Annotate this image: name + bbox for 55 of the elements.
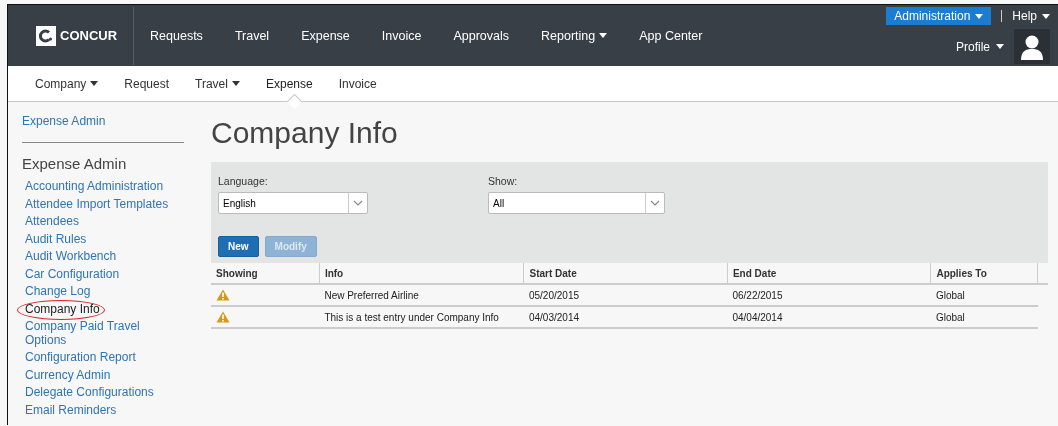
sub-nav-tab[interactable]: Expense xyxy=(265,66,326,101)
chevron-icon xyxy=(650,200,660,206)
sidebar-link[interactable]: Accounting Administration xyxy=(22,178,175,196)
column-header[interactable]: Start Date xyxy=(523,263,728,284)
nav-link[interactable]: App Center xyxy=(623,28,719,43)
new-button[interactable]: New xyxy=(218,236,259,257)
help-menu[interactable]: Help xyxy=(1012,9,1050,23)
nav-link[interactable]: Travel xyxy=(218,28,286,43)
page-title: Company Info xyxy=(211,116,399,150)
sub-nav-tab[interactable]: Request xyxy=(124,66,183,101)
nav-link[interactable]: Expense xyxy=(285,28,366,43)
nav-link[interactable]: Reporting xyxy=(525,28,624,43)
logo-text: CONCUR xyxy=(60,28,118,43)
sidebar-link[interactable]: Audit Rules xyxy=(22,230,175,248)
sidebar-link[interactable]: Company Info xyxy=(22,300,175,318)
chevron-icon xyxy=(353,200,363,206)
sidebar-link[interactable]: Attendees xyxy=(22,213,175,231)
sidebar-link[interactable]: Email Reminders xyxy=(22,401,175,419)
table-cell: Global xyxy=(930,306,1038,328)
nav-link[interactable]: Invoice xyxy=(365,28,438,43)
sidebar-link[interactable]: Currency Admin xyxy=(22,366,175,384)
caret-icon xyxy=(975,13,984,19)
column-header[interactable]: Info xyxy=(319,263,524,284)
dropdown-field[interactable]: English xyxy=(218,192,368,214)
administration-menu[interactable]: Administration xyxy=(886,7,992,25)
sub-nav-tab[interactable]: Invoice xyxy=(338,66,390,101)
sidebar-link[interactable]: Change Log xyxy=(22,283,175,301)
nav-link[interactable]: Requests xyxy=(134,28,219,43)
column-header[interactable]: End Date xyxy=(727,263,931,284)
sub-nav-tab[interactable]: Travel xyxy=(195,66,253,101)
sidebar-link[interactable]: Configuration Report xyxy=(22,349,175,367)
nav-link[interactable]: Approvals xyxy=(437,28,525,43)
field-label: Language: xyxy=(218,175,268,187)
table-cell: 05/20/2015 xyxy=(523,284,728,306)
profile-menu[interactable]: Profile xyxy=(956,39,1004,54)
table-cell: 06/22/2015 xyxy=(727,284,931,306)
breadcrumb-link[interactable]: Expense Admin xyxy=(22,114,106,128)
caret-icon xyxy=(1042,13,1050,19)
dropdown-field[interactable]: All xyxy=(488,192,665,214)
column-header[interactable]: Showing xyxy=(211,263,320,284)
table-cell: Global xyxy=(930,284,1038,306)
table-cell: 04/03/2014 xyxy=(523,306,728,328)
table-cell: 04/04/2014 xyxy=(727,306,931,328)
caret-icon xyxy=(996,44,1004,49)
sidebar-link[interactable]: Audit Workbench xyxy=(22,248,175,266)
sidebar-link[interactable]: Car Configuration xyxy=(22,265,175,283)
field-label: Show: xyxy=(488,175,518,187)
sidebar-link[interactable]: Company Paid Travel Options xyxy=(22,318,175,349)
table-cell: New Preferred Airline xyxy=(319,284,524,306)
sidebar-heading: Expense Admin xyxy=(22,155,128,172)
sidebar-link[interactable]: Attendee Import Templates xyxy=(22,195,175,213)
sub-nav-tab[interactable]: Company xyxy=(35,66,112,101)
column-header[interactable]: Applies To xyxy=(930,263,1038,284)
sidebar-link[interactable]: Delegate Configurations xyxy=(22,384,175,402)
table-cell: This is a test entry under Company Info xyxy=(319,306,524,328)
